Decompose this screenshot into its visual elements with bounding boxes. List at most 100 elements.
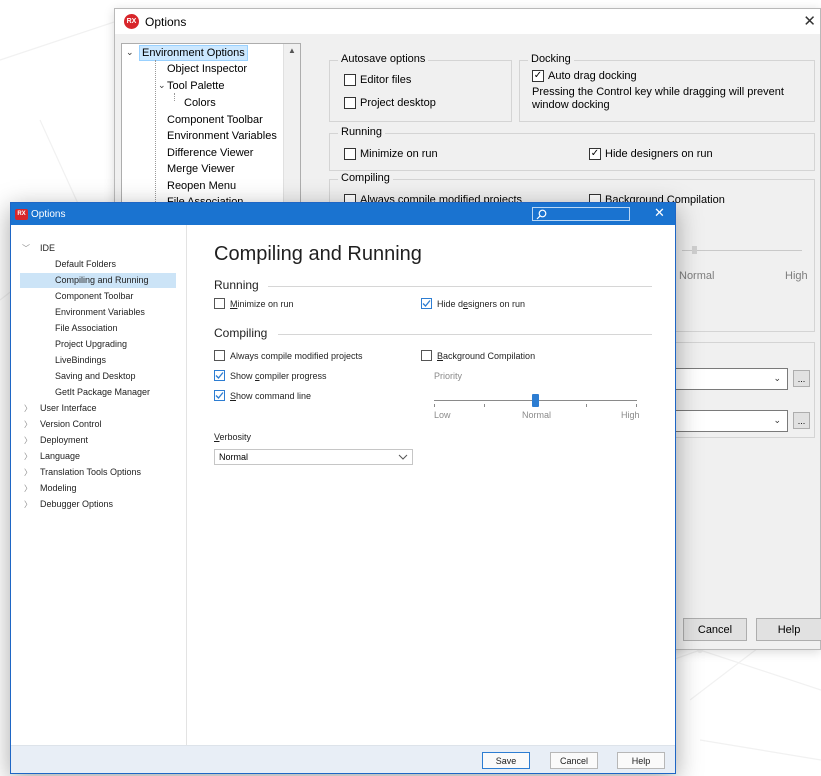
- tree-item-reopen-menu[interactable]: Reopen Menu: [167, 179, 236, 193]
- close-icon[interactable]: ✕: [654, 205, 665, 221]
- chevron-right-icon[interactable]: 〉: [24, 497, 32, 512]
- nav-item-project-upgrading[interactable]: Project Upgrading: [55, 337, 127, 352]
- check-icon[interactable]: [421, 298, 432, 309]
- chevron-right-icon[interactable]: 〉: [24, 417, 32, 432]
- checkbox-box[interactable]: [344, 97, 356, 109]
- nav-item-compiling-and-running[interactable]: Compiling and Running: [20, 273, 176, 288]
- rx-logo-icon: RX: [124, 14, 139, 29]
- project-desktop-label: Project desktop: [360, 97, 436, 109]
- nav-item-deployment[interactable]: Deployment: [40, 433, 88, 448]
- docking-note: Pressing the Control key while dragging …: [532, 86, 784, 111]
- checkbox-box[interactable]: [344, 74, 356, 86]
- verbosity-value: Normal: [219, 452, 249, 462]
- old-hide-designers-checkbox[interactable]: ✓ Hide designers on run: [589, 148, 713, 160]
- old-cancel-button[interactable]: Cancel: [683, 618, 747, 641]
- nav-item-file-association[interactable]: File Association: [55, 321, 118, 336]
- verbosity-select[interactable]: Normal: [214, 449, 413, 465]
- editor-files-checkbox[interactable]: Editor files: [344, 74, 411, 86]
- minimize-on-run-checkbox[interactable]: Minimize on run: [214, 298, 294, 309]
- save-button[interactable]: Save: [482, 752, 530, 769]
- settings-content: Compiling and Running Running Minimize o…: [188, 225, 675, 745]
- nav-item-saving-and-desktop[interactable]: Saving and Desktop: [55, 369, 136, 384]
- tree-item-object-inspector[interactable]: Object Inspector: [167, 62, 247, 76]
- chevron-right-icon[interactable]: 〉: [24, 401, 32, 416]
- chevron-down-icon: ⌄: [773, 373, 781, 383]
- chevron-right-icon[interactable]: 〉: [24, 465, 32, 480]
- check-icon[interactable]: [214, 370, 225, 381]
- dialog-title: Options: [31, 208, 66, 220]
- old-combo-1[interactable]: ⌄: [675, 368, 788, 390]
- autosave-group: Autosave options Editor files Project de…: [329, 53, 512, 122]
- nav-item-debugger-options[interactable]: Debugger Options: [40, 497, 113, 512]
- chevron-right-icon[interactable]: 〉: [24, 481, 32, 496]
- chevron-down-icon[interactable]: ⌄: [126, 45, 134, 60]
- tree-item-merge-viewer[interactable]: Merge Viewer: [167, 162, 235, 176]
- check-icon[interactable]: ✓: [589, 148, 601, 160]
- chevron-right-icon[interactable]: 〉: [24, 433, 32, 448]
- chevron-up-icon[interactable]: ▲: [288, 46, 296, 55]
- search-input[interactable]: [532, 207, 630, 221]
- nav-item-component-toolbar[interactable]: Component Toolbar: [55, 289, 133, 304]
- close-icon[interactable]: ✕: [803, 12, 816, 30]
- nav-item-modeling[interactable]: Modeling: [40, 481, 77, 496]
- verbosity-text: erbosity: [219, 432, 252, 442]
- show-compiler-progress-checkbox[interactable]: Show compiler progress: [214, 370, 327, 381]
- help-button[interactable]: Help: [617, 752, 665, 769]
- nav-item-getit-package-manager[interactable]: GetIt Package Manager: [55, 385, 150, 400]
- options-dialog: RX Options ✕ ﹀ IDE Default Folders Compi…: [10, 202, 676, 774]
- tree-item-difference-viewer[interactable]: Difference Viewer: [167, 146, 253, 160]
- background-compilation-text: ackground Compilation: [443, 350, 536, 361]
- slider-tick: [636, 404, 637, 407]
- nav-item-environment-variables[interactable]: Environment Variables: [55, 305, 145, 320]
- old-priority-thumb[interactable]: [692, 246, 697, 254]
- nav-item-language[interactable]: Language: [40, 449, 80, 464]
- tree-item-component-toolbar[interactable]: Component Toolbar: [167, 113, 263, 127]
- chevron-down-icon[interactable]: ﹀: [22, 241, 30, 256]
- always-compile-checkbox[interactable]: Always compile modified projects: [214, 350, 363, 361]
- old-browse-button-1[interactable]: ...: [793, 370, 810, 387]
- accelerator-m: M: [230, 298, 238, 309]
- old-priority-normal: Normal: [679, 270, 715, 282]
- tree-item-tool-palette[interactable]: Tool Palette: [167, 79, 224, 93]
- show-compiler-post: ompiler progress: [259, 370, 327, 381]
- checkbox-box[interactable]: [421, 350, 432, 361]
- section-divider: [278, 334, 652, 335]
- tree-item-environment-variables[interactable]: Environment Variables: [167, 129, 277, 143]
- checkbox-box[interactable]: [344, 148, 356, 160]
- chevron-right-icon[interactable]: 〉: [24, 449, 32, 464]
- section-divider: [268, 286, 652, 287]
- old-browse-button-2[interactable]: ...: [793, 412, 810, 429]
- nav-item-translation-tools-options[interactable]: Translation Tools Options: [40, 465, 141, 480]
- background-compilation-checkbox[interactable]: Background Compilation: [421, 350, 535, 361]
- nav-item-livebindings[interactable]: LiveBindings: [55, 353, 106, 368]
- cancel-button[interactable]: Cancel: [550, 752, 598, 769]
- hide-designers-post: signers on run: [468, 298, 526, 309]
- show-compiler-pre: Show: [230, 370, 256, 381]
- nav-item-default-folders[interactable]: Default Folders: [55, 257, 116, 272]
- old-minimize-checkbox[interactable]: Minimize on run: [344, 148, 438, 160]
- hide-designers-checkbox[interactable]: Hide designers on run: [421, 298, 525, 309]
- check-icon[interactable]: [214, 390, 225, 401]
- nav-item-user-interface[interactable]: User Interface: [40, 401, 97, 416]
- old-running-title: Running: [338, 126, 385, 138]
- project-desktop-checkbox[interactable]: Project desktop: [344, 97, 436, 109]
- show-command-line-checkbox[interactable]: Show command line: [214, 390, 311, 401]
- nav-item-ide[interactable]: IDE: [40, 241, 55, 256]
- tree-item-colors[interactable]: Colors: [184, 96, 216, 110]
- old-dialog-title: Options: [145, 14, 187, 29]
- checkbox-box[interactable]: [214, 350, 225, 361]
- auto-drag-docking-label: Auto drag docking: [548, 70, 637, 82]
- chevron-down-icon[interactable]: ⌄: [158, 78, 166, 93]
- slider-thumb[interactable]: [532, 394, 539, 407]
- check-icon[interactable]: ✓: [532, 70, 544, 82]
- old-help-button[interactable]: Help: [756, 618, 821, 641]
- compiling-section-title: Compiling: [214, 326, 268, 340]
- nav-item-version-control[interactable]: Version Control: [40, 417, 102, 432]
- tree-item-environment-options[interactable]: Environment Options: [139, 45, 248, 61]
- show-command-line-label: Show command line: [230, 391, 311, 401]
- always-compile-label: Always compile modified projects: [230, 350, 363, 361]
- old-combo-2[interactable]: ⌄: [675, 410, 788, 432]
- checkbox-box[interactable]: [214, 298, 225, 309]
- editor-files-label: Editor files: [360, 74, 412, 86]
- auto-drag-docking-checkbox[interactable]: ✓ Auto drag docking: [532, 70, 637, 82]
